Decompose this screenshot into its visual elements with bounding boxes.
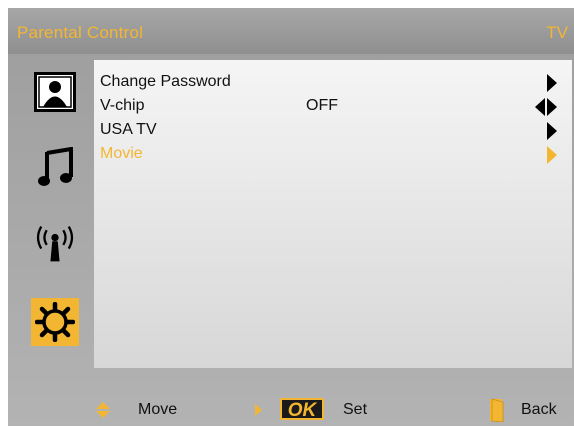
menu-item-movie[interactable]: Movie [100,142,566,166]
arrow-right-icon [547,74,557,92]
antenna-signal-icon [36,226,74,262]
sidebar-item-picture[interactable] [33,70,77,114]
sidebar-item-channel[interactable] [33,222,77,266]
menu-item-value: OFF [306,97,338,114]
tv-osd-screen: Parental Control TV Change Password V-ch… [8,8,574,426]
up-down-arrows-icon [96,402,110,418]
title-bar: Parental Control TV [8,8,574,54]
back-hint-label: Back [521,401,557,418]
exit-door-icon [490,398,504,422]
sidebar-item-setup[interactable] [31,298,79,346]
menu-item-label: Change Password [100,73,231,90]
source-label: TV [546,23,568,42]
ok-key-icon: OK [280,398,324,421]
arrow-right-small-icon [255,404,262,416]
page-title: Parental Control [17,23,144,42]
gear-icon [35,302,75,342]
arrow-left-icon[interactable] [535,98,545,116]
arrow-right-icon[interactable] [547,98,557,116]
footer-hint-bar: Move OK Set Back [8,392,574,426]
move-hint-label: Move [138,401,178,418]
menu-item-usa-tv[interactable]: USA TV [100,118,566,142]
menu-item-v-chip[interactable]: V-chip OFF [100,94,566,118]
menu-item-change-password[interactable]: Change Password [100,70,566,94]
music-note-icon [38,147,73,186]
sidebar-item-sound[interactable] [33,146,77,190]
sidebar [8,60,88,380]
menu-item-label: USA TV [100,121,157,138]
arrow-right-icon [547,146,557,164]
arrow-right-icon [547,122,557,140]
menu-panel: Change Password V-chip OFF USA TV Movie [94,60,572,368]
set-hint-label: Set [343,401,368,418]
person-portrait-icon [34,72,76,112]
menu-item-label: Movie [100,145,143,162]
menu-item-label: V-chip [100,97,145,114]
